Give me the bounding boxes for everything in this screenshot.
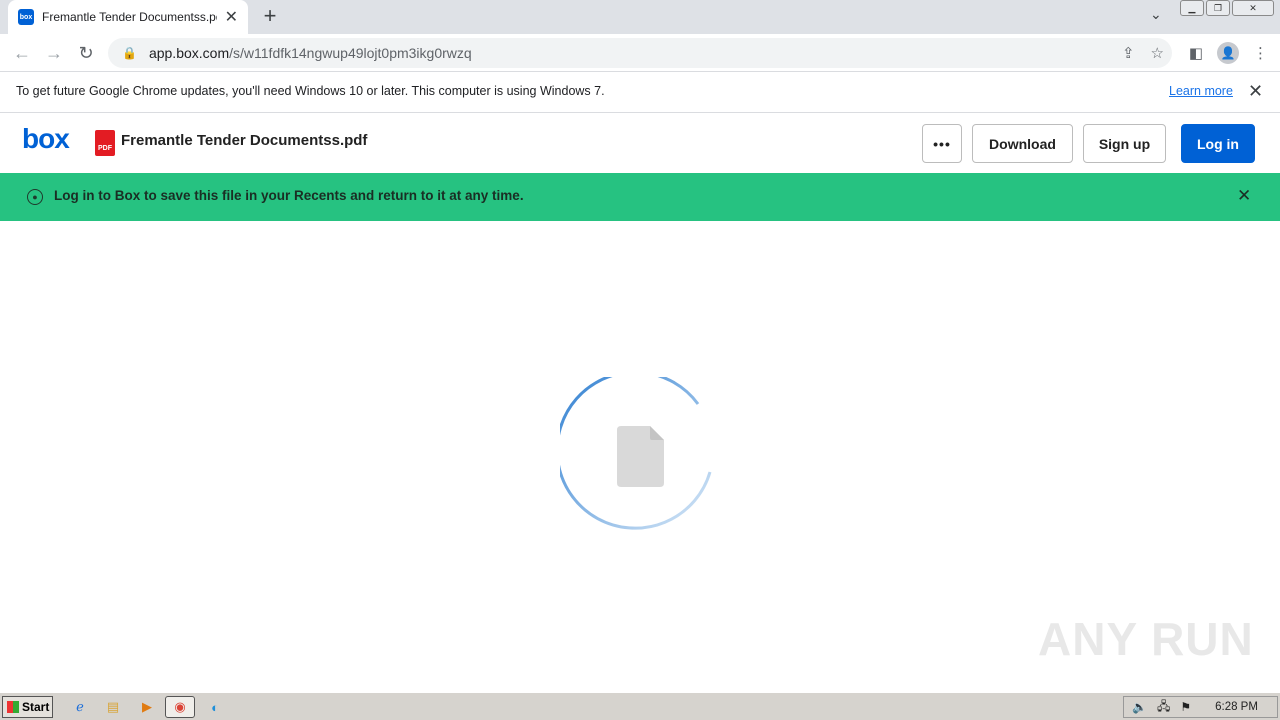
restore-button[interactable]: ❐ [1206,0,1230,16]
menu-kebab-icon[interactable]: ⋮ [1253,44,1268,62]
anyrun-watermark: ANY RUN [1038,613,1254,665]
url-host: app.box.com [148,45,230,61]
banner-message: Log in to Box to save this file in your … [54,188,524,203]
edge-icon[interactable]: ◐ [205,697,225,717]
download-button[interactable]: Download [972,124,1073,163]
network-icon[interactable]: 🖧 [1157,697,1170,718]
forward-icon[interactable]: → [42,41,66,65]
sign-up-button[interactable]: Sign up [1083,124,1166,163]
banner-close-icon[interactable]: ✕ [1237,186,1251,206]
tab-search-icon[interactable]: ⌄ [1150,6,1162,23]
profile-avatar-icon[interactable]: 👤 [1217,42,1239,64]
close-window-button[interactable]: ✕ [1232,0,1274,16]
log-in-button[interactable]: Log in [1181,124,1255,163]
media-player-icon[interactable]: ▶ [137,697,157,717]
new-tab-button[interactable]: + [258,4,282,28]
address-bar[interactable]: 🔒 app.box.com/s/w11fdfk14ngwup49lojt0pm3… [108,38,1172,68]
pdf-file-icon: PDF [95,130,115,156]
file-name: Fremantle Tender Documentss.pdf [121,132,368,149]
document-icon [617,426,664,487]
action-center-flag-icon[interactable]: ⚑ [1180,700,1191,714]
browser-tab[interactable]: box Fremantle Tender Documentss.pdf | ✕ [8,0,248,34]
internet-explorer-icon[interactable]: ℯ [70,697,90,717]
box-favicon-icon: box [18,9,34,25]
share-icon[interactable]: ⇪ [1122,44,1135,62]
user-circle-icon: ● [27,189,43,205]
volume-icon[interactable]: 🔈 [1132,700,1147,714]
minimize-button[interactable]: ▁ [1180,0,1204,16]
reload-icon[interactable]: ↻ [74,41,98,65]
folder-icon[interactable]: ▤ [103,697,123,717]
browser-toolbar: ← → ↻ 🔒 app.box.com/s/w11fdfk14ngwup49lo… [0,34,1280,72]
start-label: Start [22,700,50,714]
tab-title: Fremantle Tender Documentss.pdf | [42,10,217,24]
infobar-close-icon[interactable]: ✕ [1248,81,1263,102]
more-options-button[interactable]: ••• [922,124,962,163]
lock-icon[interactable]: 🔒 [122,46,137,60]
windows-flag-icon [7,701,19,713]
box-logo[interactable]: box [22,123,70,155]
window-controls: ▁ ❐ ✕ [1180,0,1274,16]
windows-taskbar: Start ℯ ▤ ▶ ◉ ◐ 🔈 🖧 ⚑ 6:28 PM [0,692,1280,720]
login-banner: ● Log in to Box to save this file in you… [0,173,1280,221]
bookmark-star-icon[interactable]: ☆ [1151,44,1164,62]
tab-strip: box Fremantle Tender Documentss.pdf | ✕ … [0,0,1280,34]
infobar-message: To get future Google Chrome updates, you… [16,84,605,98]
tab-close-icon[interactable]: ✕ [225,7,238,27]
start-button[interactable]: Start [2,696,53,718]
system-tray: 🔈 🖧 ⚑ 6:28 PM [1123,696,1278,718]
clock[interactable]: 6:28 PM [1215,701,1258,713]
box-header: box PDF Fremantle Tender Documentss.pdf … [0,113,1280,173]
url-text: app.box.com/s/w11fdfk14ngwup49lojt0pm3ik… [149,45,472,61]
learn-more-link[interactable]: Learn more [1169,84,1233,98]
url-path: /s/w11fdfk14ngwup49lojt0pm3ikg0rwzq [229,45,472,61]
chrome-icon[interactable]: ◉ [165,696,195,718]
back-icon[interactable]: ← [10,41,34,65]
update-infobar: To get future Google Chrome updates, you… [0,72,1280,113]
side-panel-icon[interactable]: ◧ [1189,44,1203,62]
